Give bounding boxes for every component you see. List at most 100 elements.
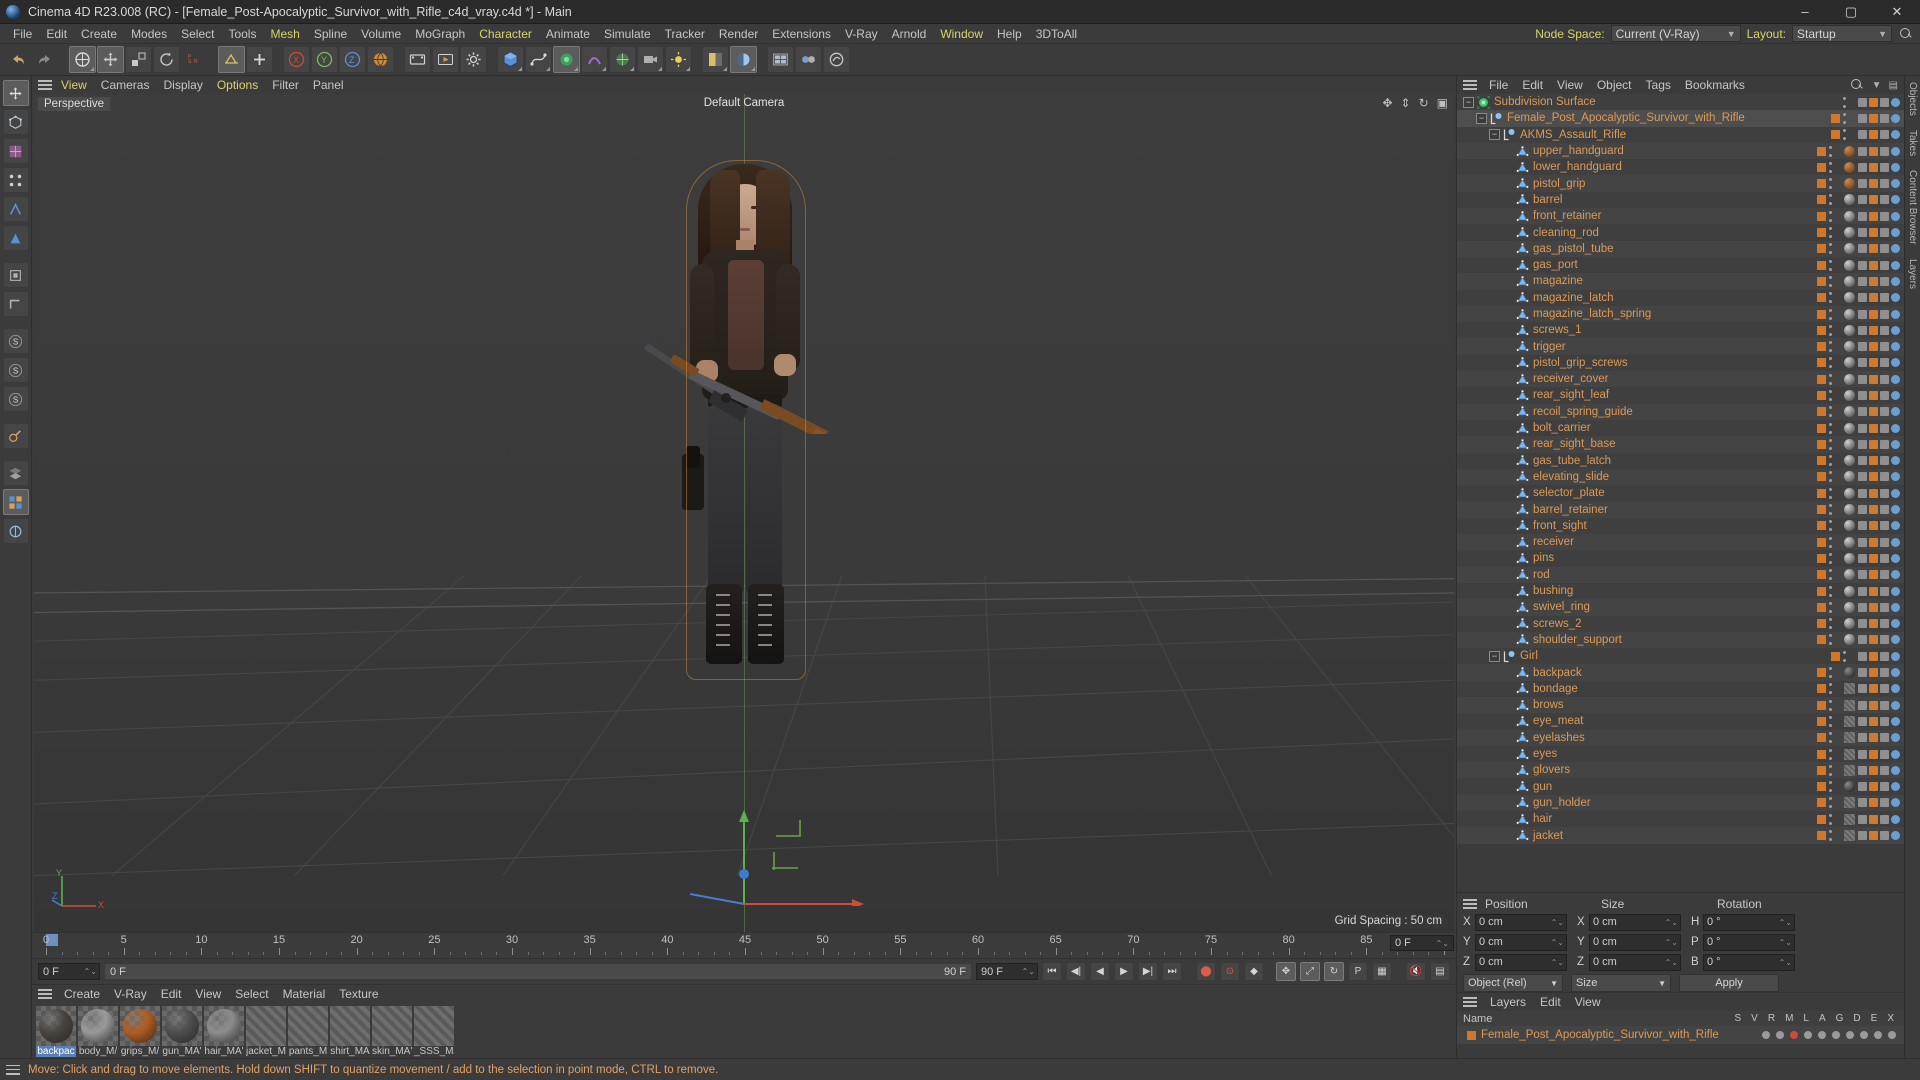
visibility-dots-icon[interactable] (1843, 96, 1846, 108)
stepper-icon[interactable]: ⌃⌄ (1551, 938, 1564, 947)
object-tag-icons[interactable] (1858, 765, 1900, 775)
go-to-end-button[interactable]: ⏭ (1162, 962, 1182, 981)
material-item[interactable]: skin_MA' (372, 1006, 412, 1057)
object-tree-row[interactable]: front_sight (1457, 517, 1904, 535)
visibility-dots-icon[interactable] (1829, 357, 1832, 369)
hamburger-icon[interactable] (1463, 80, 1477, 90)
rotation-field[interactable]: 0 ° ⌃⌄ (1703, 913, 1795, 931)
expand-collapse-icon[interactable]: − (1489, 129, 1500, 141)
stepper-icon[interactable]: ⌃⌄ (1665, 938, 1678, 947)
visibility-dots-icon[interactable] (1829, 455, 1832, 467)
stepper-icon[interactable]: ⌃⌄ (1551, 958, 1564, 967)
add-point-button[interactable] (246, 46, 273, 73)
object-tree-row[interactable]: cleaning_rod (1457, 224, 1904, 241)
menu-item-tools[interactable]: Tools (221, 24, 263, 44)
material-tag-icon[interactable] (1844, 764, 1855, 776)
material-preview[interactable] (120, 1006, 160, 1046)
material-tag-icon[interactable] (1844, 438, 1855, 450)
visibility-dot-icon[interactable] (1817, 195, 1826, 205)
object-tag-icons[interactable] (1858, 619, 1900, 629)
visibility-dots-icon[interactable] (1829, 487, 1832, 499)
layer-manager-toggle[interactable] (1804, 1031, 1812, 1039)
object-tree-row[interactable]: eyes (1457, 745, 1904, 763)
object-tag-icons[interactable] (1858, 602, 1900, 612)
render-settings-button[interactable] (460, 46, 487, 73)
object-tag-icons[interactable] (1858, 814, 1900, 824)
visibility-dot-icon[interactable] (1817, 390, 1826, 400)
menu-item-animate[interactable]: Animate (539, 24, 597, 44)
content-browser-button[interactable] (767, 46, 794, 73)
maximize-view-icon[interactable]: ▣ (1437, 96, 1448, 110)
object-menu-bookmarks[interactable]: Bookmarks (1678, 78, 1752, 92)
object-tag-icons[interactable] (1858, 668, 1900, 678)
timeline-settings-button[interactable]: ▤ (1430, 962, 1450, 981)
visibility-dot-icon[interactable] (1817, 765, 1826, 775)
object-tag-icons[interactable] (1858, 228, 1900, 238)
dolly-icon[interactable]: ⇕ (1401, 96, 1411, 110)
object-tree-row[interactable]: pistol_grip_screws (1457, 354, 1904, 372)
visibility-dots-icon[interactable] (1829, 259, 1832, 271)
visibility-dot-icon[interactable] (1817, 716, 1826, 726)
object-tag-icons[interactable] (1858, 97, 1900, 107)
stepper-icon[interactable]: ⌃⌄ (1551, 918, 1564, 927)
visibility-dots-icon[interactable] (1829, 601, 1832, 613)
visibility-dots-icon[interactable] (1829, 520, 1832, 532)
hamburger-icon[interactable] (1463, 899, 1477, 909)
expand-collapse-icon[interactable]: − (1476, 112, 1487, 124)
object-tracker-button[interactable] (795, 46, 822, 73)
material-nodes-button[interactable] (2, 489, 29, 515)
object-tree-row[interactable]: hair (1457, 811, 1904, 828)
rotation-field[interactable]: 0 ° ⌃⌄ (1703, 953, 1795, 971)
object-tree-row[interactable]: gun_holder (1457, 794, 1904, 812)
visibility-dot-icon[interactable] (1817, 374, 1826, 384)
rotate-icon[interactable]: ↻ (1419, 96, 1429, 110)
menu-item-mesh[interactable]: Mesh (263, 24, 306, 44)
object-menu-tags[interactable]: Tags (1639, 78, 1678, 92)
add-deformer-button[interactable] (581, 46, 608, 73)
visibility-dots-icon[interactable] (1829, 292, 1832, 304)
material-item[interactable]: pants_M (288, 1006, 328, 1057)
coordinate-mode-select[interactable]: Object (Rel) ▼ (1463, 974, 1563, 992)
layers-menu-view[interactable]: View (1568, 995, 1608, 1009)
viewport-menu-panel[interactable]: Panel (306, 78, 351, 92)
visibility-dots-icon[interactable] (1829, 699, 1832, 711)
material-tag-icon[interactable] (1844, 471, 1855, 483)
visibility-dots-icon[interactable] (1829, 161, 1832, 173)
object-tree-row[interactable]: brows (1457, 696, 1904, 714)
dock-tab-layers[interactable]: Layers (1907, 259, 1918, 289)
material-tag-icon[interactable] (1844, 618, 1855, 630)
material-tag-icon[interactable] (1844, 161, 1855, 173)
material-item[interactable]: shirt_MA (330, 1006, 370, 1057)
visibility-dots-icon[interactable] (1829, 764, 1832, 776)
visibility-dots-icon[interactable] (1829, 324, 1832, 336)
material-tag-icon[interactable] (1844, 210, 1855, 222)
position-field[interactable]: 0 cm ⌃⌄ (1475, 913, 1567, 931)
visibility-dot-icon[interactable] (1817, 782, 1826, 792)
layer-expressions-toggle[interactable] (1874, 1031, 1882, 1039)
material-tag-icon[interactable] (1844, 455, 1855, 467)
dock-tab-takes[interactable]: Takes (1907, 130, 1918, 156)
material-tag-icon[interactable] (1844, 634, 1855, 646)
object-tag-icons[interactable] (1858, 782, 1900, 792)
object-tree-row[interactable]: receiver (1457, 534, 1904, 551)
material-menu-edit[interactable]: Edit (154, 987, 189, 1001)
menu-item-volume[interactable]: Volume (354, 24, 408, 44)
object-tag-icons[interactable] (1858, 293, 1900, 303)
layers-menu-layers[interactable]: Layers (1483, 995, 1533, 1009)
visibility-dots-icon[interactable] (1843, 112, 1846, 124)
object-tag-icons[interactable] (1858, 244, 1900, 254)
visibility-dots-icon[interactable] (1829, 422, 1832, 434)
object-tag-icons[interactable] (1858, 390, 1900, 400)
visibility-dot-icon[interactable] (1817, 342, 1826, 352)
object-tag-icons[interactable] (1858, 488, 1900, 498)
material-tag-icon[interactable] (1844, 406, 1855, 418)
visibility-dots-icon[interactable] (1829, 504, 1832, 516)
material-tag-icon[interactable] (1844, 667, 1855, 679)
search-icon[interactable] (1849, 77, 1865, 93)
object-tree-row[interactable]: recoil_spring_guide (1457, 403, 1904, 420)
visibility-dots-icon[interactable] (1829, 715, 1832, 727)
material-tag-icon[interactable] (1844, 813, 1855, 825)
object-tag-icons[interactable] (1858, 407, 1900, 417)
move-tool-button[interactable] (97, 46, 124, 73)
visibility-dot-icon[interactable] (1817, 602, 1826, 612)
